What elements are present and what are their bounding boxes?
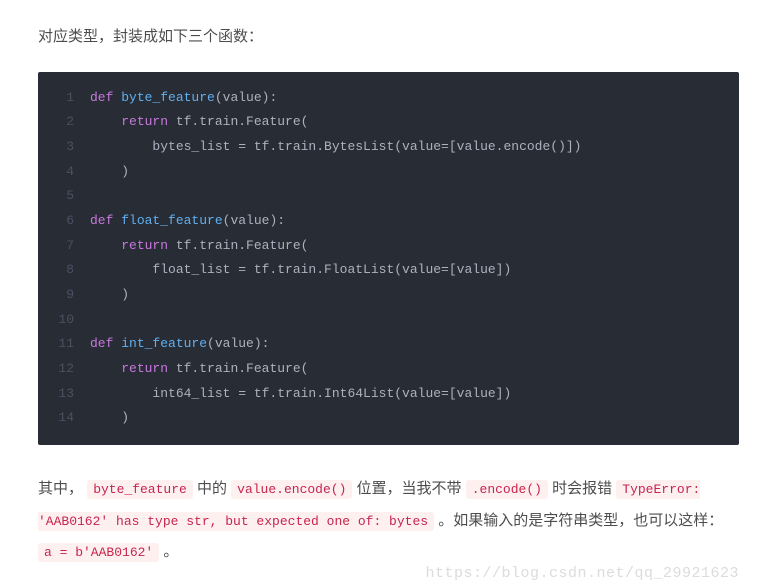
code-line: 11def int_feature(value): [38,332,739,357]
text: 。 [163,543,178,560]
line-number: 12 [38,357,90,382]
line-number: 9 [38,283,90,308]
line-number: 11 [38,332,90,357]
line-number: 8 [38,258,90,283]
inline-code-encode: .encode() [466,480,548,499]
code-line: 12 return tf.train.Feature( [38,357,739,382]
inline-code-byte-feature: byte_feature [87,480,193,499]
code-content: def int_feature(value): [90,332,739,357]
code-line: 3 bytes_list = tf.train.BytesList(value=… [38,135,739,160]
code-line: 4 ) [38,160,739,185]
code-content: return tf.train.Feature( [90,357,739,382]
code-line: 10 [38,308,739,333]
inline-code-value-encode: value.encode() [231,480,352,499]
line-number: 3 [38,135,90,160]
code-content: return tf.train.Feature( [90,234,739,259]
code-line: 5 [38,184,739,209]
code-content: ) [90,160,739,185]
text: 位置，当我不带 [357,480,466,497]
code-line: 13 int64_list = tf.train.Int64List(value… [38,382,739,407]
code-content: def float_feature(value): [90,209,739,234]
code-block: 1def byte_feature(value):2 return tf.tra… [38,72,739,446]
line-number: 1 [38,86,90,111]
line-number: 2 [38,110,90,135]
line-number: 10 [38,308,90,333]
code-content: float_list = tf.train.FloatList(value=[v… [90,258,739,283]
code-content: ) [90,283,739,308]
code-line: 8 float_list = tf.train.FloatList(value=… [38,258,739,283]
code-content: return tf.train.Feature( [90,110,739,135]
code-line: 6def float_feature(value): [38,209,739,234]
explanation-paragraph: 其中， byte_feature 中的 value.encode() 位置，当我… [38,473,739,568]
text: 时会报错 [552,480,616,497]
code-line: 9 ) [38,283,739,308]
text: 。如果输入的是字符串类型，也可以这样： [438,512,723,529]
code-line: 1def byte_feature(value): [38,86,739,111]
line-number: 6 [38,209,90,234]
line-number: 5 [38,184,90,209]
text: 中的 [197,480,231,497]
line-number: 7 [38,234,90,259]
line-number: 4 [38,160,90,185]
code-line: 2 return tf.train.Feature( [38,110,739,135]
inline-code-bytes-literal: a = b'AAB0162' [38,543,159,562]
code-content: def byte_feature(value): [90,86,739,111]
code-content: bytes_list = tf.train.BytesList(value=[v… [90,135,739,160]
code-content: int64_list = tf.train.Int64List(value=[v… [90,382,739,407]
code-line: 14 ) [38,406,739,431]
code-line: 7 return tf.train.Feature( [38,234,739,259]
code-content [90,308,739,333]
intro-text: 对应类型，封装成如下三个函数： [38,24,739,50]
line-number: 13 [38,382,90,407]
line-number: 14 [38,406,90,431]
code-content [90,184,739,209]
code-content: ) [90,406,739,431]
text: 其中， [38,480,83,497]
